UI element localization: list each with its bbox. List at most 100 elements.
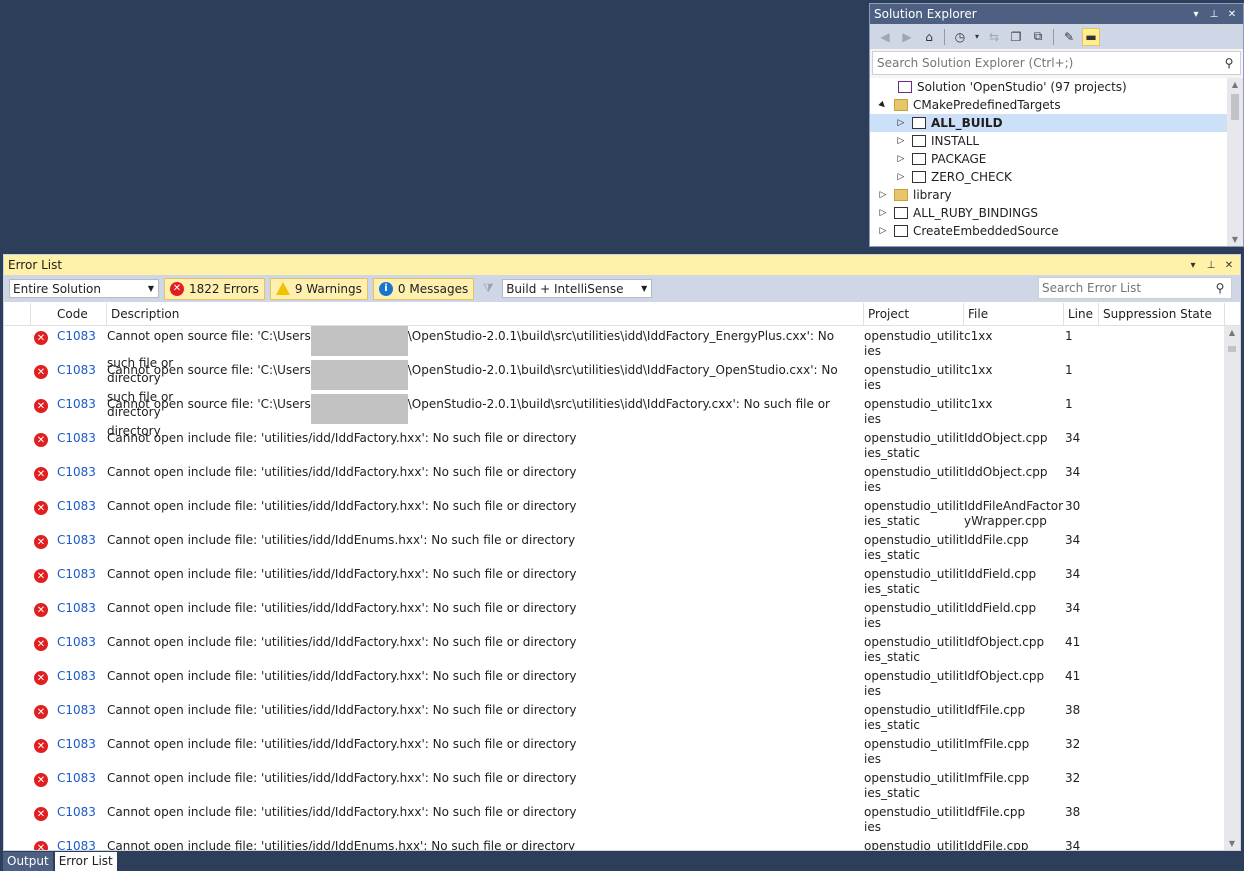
error-code-link[interactable]: C1083	[57, 329, 96, 344]
close-icon[interactable]: ✕	[1225, 9, 1239, 20]
tree-item-label: ZERO_CHECK	[931, 170, 1012, 184]
tree-item-folder[interactable]: ▲ CMakePredefinedTargets	[870, 96, 1227, 114]
tree-item-folder[interactable]: ▷ library	[870, 186, 1227, 204]
preview-icon[interactable]: ▬	[1082, 27, 1100, 46]
sync-icon[interactable]: ⇆	[985, 28, 1003, 46]
search-icon[interactable]: ⚲	[1209, 281, 1231, 295]
error-code-link[interactable]: C1083	[57, 601, 96, 616]
messages-filter-button[interactable]: i 0 Messages	[372, 277, 475, 300]
error-code-link[interactable]: C1083	[57, 839, 96, 850]
expand-arrow-icon[interactable]: ▷	[876, 226, 890, 236]
error-code-link[interactable]: C1083	[57, 363, 96, 378]
tree-item-project[interactable]: ▷ PACKAGE	[870, 150, 1227, 168]
table-row[interactable]: ✕ C1083 Cannot open source file: 'C:\Users…	[4, 326, 1224, 385]
chevron-down-icon[interactable]: ▾	[1186, 260, 1200, 271]
error-icon: ✕	[34, 433, 48, 447]
error-list-scrollbar[interactable]: ▲ ▼	[1224, 326, 1240, 850]
warnings-filter-button[interactable]: 9 Warnings	[269, 277, 368, 300]
expand-arrow-icon[interactable]: ▷	[894, 172, 908, 182]
search-icon[interactable]: ⚲	[1218, 56, 1240, 70]
table-row[interactable]: ✕ C1083 Cannot open include file: 'utiliti…	[4, 700, 1224, 734]
history-icon[interactable]: ◷	[951, 28, 969, 46]
error-line: 41	[1065, 635, 1081, 649]
error-code-link[interactable]: C1083	[57, 771, 96, 786]
show-all-files-icon[interactable]: ⧉	[1029, 28, 1047, 46]
scroll-up-icon[interactable]: ▲	[1227, 80, 1243, 89]
table-row[interactable]: ✕ C1083 Cannot open include file: 'utiliti…	[4, 768, 1224, 802]
expand-arrow-icon[interactable]: ▷	[894, 118, 908, 128]
pin-icon[interactable]: ⊥	[1204, 260, 1218, 271]
column-header-project[interactable]: Project	[864, 303, 964, 325]
collapse-all-icon[interactable]: ❐	[1007, 28, 1025, 46]
error-list-search-input[interactable]	[1039, 280, 1209, 296]
chevron-down-icon[interactable]: ▾	[973, 28, 981, 46]
tree-item-project[interactable]: ▷ CreateEmbeddedSource	[870, 222, 1227, 240]
scrollbar-thumb[interactable]	[1231, 94, 1239, 120]
column-header-description[interactable]: Description	[107, 303, 864, 325]
expand-arrow-icon[interactable]: ▷	[894, 154, 908, 164]
solution-explorer-search-input[interactable]	[873, 55, 1218, 71]
errors-filter-button[interactable]: ✕ 1822 Errors	[164, 277, 265, 300]
scroll-down-icon[interactable]: ▼	[1227, 235, 1243, 244]
error-icon: ✕	[34, 671, 48, 685]
error-project: openstudio_utilities	[864, 465, 964, 494]
close-icon[interactable]: ✕	[1222, 260, 1236, 271]
error-code-link[interactable]: C1083	[57, 567, 96, 582]
column-header-code[interactable]: Code	[31, 303, 107, 325]
scrollbar-thumb[interactable]	[1228, 346, 1236, 352]
column-header-file[interactable]: File	[964, 303, 1064, 325]
table-row[interactable]: ✕ C1083 Cannot open include file: 'utiliti…	[4, 598, 1224, 632]
error-code-link[interactable]: C1083	[57, 805, 96, 820]
table-row[interactable]: ✕ C1083 Cannot open include file: 'utiliti…	[4, 802, 1224, 836]
error-code-link[interactable]: C1083	[57, 465, 96, 480]
table-row[interactable]: ✕ C1083 Cannot open include file: 'utiliti…	[4, 462, 1224, 496]
tab-output[interactable]: Output	[3, 852, 53, 871]
build-filter-dropdown[interactable]: Build + IntelliSense ▼	[502, 279, 653, 298]
column-header-line[interactable]: Line	[1064, 303, 1099, 325]
error-project: openstudio_utilities_static	[864, 567, 964, 596]
error-code-link[interactable]: C1083	[57, 431, 96, 446]
error-code-link[interactable]: C1083	[57, 397, 96, 412]
error-code-link[interactable]: C1083	[57, 737, 96, 752]
home-icon[interactable]: ⌂	[920, 28, 938, 46]
error-code-link[interactable]: C1083	[57, 499, 96, 514]
error-description: Cannot open include file: 'utilities/idd…	[107, 771, 859, 786]
table-row[interactable]: ✕ C1083 Cannot open include file: 'utiliti…	[4, 564, 1224, 598]
tree-item-project[interactable]: ▷ ALL_BUILD	[870, 114, 1227, 132]
error-code-link[interactable]: C1083	[57, 703, 96, 718]
pin-icon[interactable]: ⊥	[1207, 9, 1221, 20]
filter-icon[interactable]: ⧩	[479, 281, 497, 296]
table-row[interactable]: ✕ C1083 Cannot open include file: 'utiliti…	[4, 496, 1224, 530]
scroll-down-icon[interactable]: ▼	[1224, 839, 1240, 848]
forward-icon[interactable]: ▶	[898, 28, 916, 46]
expand-arrow-icon[interactable]: ▷	[876, 208, 890, 218]
tab-error-list[interactable]: Error List	[54, 852, 117, 871]
expand-arrow-icon[interactable]: ▷	[894, 136, 908, 146]
expand-arrow-icon[interactable]: ▷	[876, 190, 890, 200]
scroll-up-icon[interactable]: ▲	[1224, 328, 1240, 337]
table-row[interactable]: ✕ C1083 Cannot open include file: 'utiliti…	[4, 666, 1224, 700]
wrench-icon[interactable]: ✎	[1060, 28, 1078, 46]
error-code-link[interactable]: C1083	[57, 533, 96, 548]
chevron-down-icon[interactable]: ▾	[1189, 9, 1203, 20]
table-row[interactable]: ✕ C1083 Cannot open include file: 'utiliti…	[4, 734, 1224, 768]
table-row[interactable]: ✕ C1083 Cannot open include file: 'utiliti…	[4, 836, 1224, 850]
tree-item-project[interactable]: ▷ INSTALL	[870, 132, 1227, 150]
back-icon[interactable]: ◀	[876, 28, 894, 46]
tree-item-solution[interactable]: Solution 'OpenStudio' (97 projects)	[870, 78, 1227, 96]
table-row[interactable]: ✕ C1083 Cannot open include file: 'utiliti…	[4, 530, 1224, 564]
error-line: 38	[1065, 805, 1081, 819]
error-code-link[interactable]: C1083	[57, 669, 96, 684]
collapse-arrow-icon[interactable]: ▲	[875, 97, 891, 113]
table-row[interactable]: ✕ C1083 Cannot open source file: 'C:\Users…	[4, 360, 1224, 419]
table-row[interactable]: ✕ C1083 Cannot open include file: 'utiliti…	[4, 428, 1224, 462]
table-row[interactable]: ✕ C1083 Cannot open source file: 'C:\Users…	[4, 394, 1224, 438]
tree-item-project[interactable]: ▷ ALL_RUBY_BINDINGS	[870, 204, 1227, 222]
tree-item-project[interactable]: ▷ ZERO_CHECK	[870, 168, 1227, 186]
solution-explorer-scrollbar[interactable]: ▲ ▼	[1227, 78, 1243, 246]
error-code-link[interactable]: C1083	[57, 635, 96, 650]
table-row[interactable]: ✕ C1083 Cannot open include file: 'utiliti…	[4, 632, 1224, 666]
column-header-suppression-state[interactable]: Suppression State	[1099, 303, 1225, 325]
column-header-icon[interactable]	[4, 303, 31, 325]
scope-dropdown[interactable]: Entire Solution ▼	[9, 279, 159, 298]
